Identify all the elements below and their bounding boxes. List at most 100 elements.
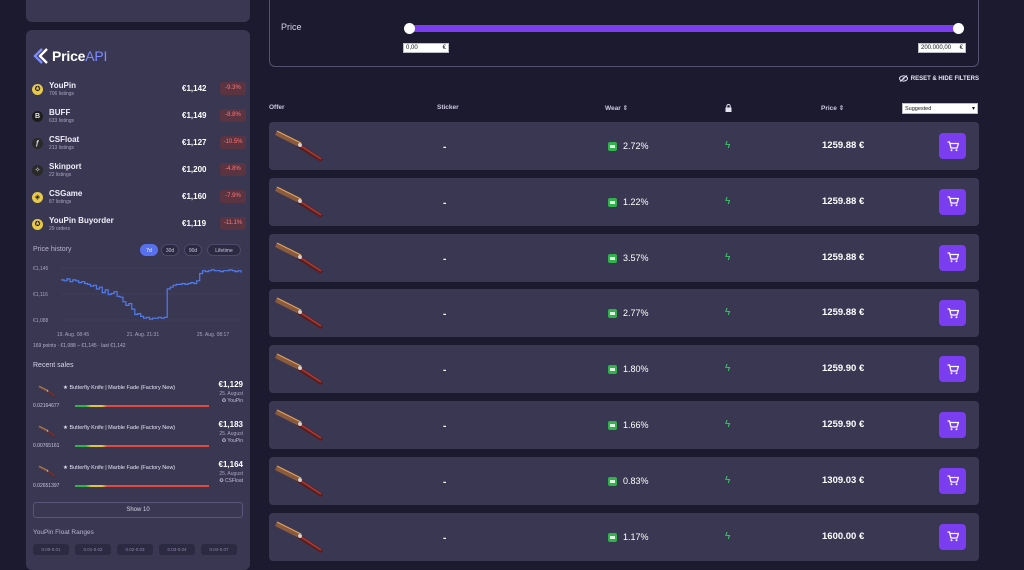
offer-price: 1600.00 € [822, 530, 865, 542]
buff-icon: B [32, 111, 43, 122]
wear-icon [608, 253, 617, 263]
knife-thumbnail [38, 425, 57, 438]
market-name: YouPin [49, 81, 76, 90]
youpin-buyorder-icon: ✪ [32, 219, 43, 230]
add-to-cart-button[interactable] [939, 523, 966, 550]
range-button-lifetime[interactable]: Lifetime [207, 244, 241, 256]
logo-suffix: API [85, 48, 108, 64]
market-price: €1,149 [182, 111, 207, 120]
recent-sale-row[interactable]: ★ Butterfly Knife | Marble Fade (Factory… [33, 418, 243, 454]
offer-price: 1259.88 € [822, 140, 865, 151]
range-button-7d[interactable]: 7d [140, 244, 158, 256]
sale-market: ✪ CSFloat [219, 478, 243, 484]
cart-icon [947, 475, 959, 486]
add-to-cart-button[interactable] [939, 300, 966, 327]
skinport-icon: ✧ [32, 165, 43, 176]
market-listings: 633 listings [49, 118, 75, 124]
float-range-button[interactable]: 0.00-0.01 [33, 544, 69, 555]
offer-sticker: - [443, 197, 447, 209]
sort-select[interactable]: Suggested ▾ [902, 103, 978, 114]
offer-row[interactable]: - 1.80% ϟ 1259.90 € [269, 345, 979, 394]
add-to-cart-button[interactable] [939, 467, 966, 494]
column-header-wear[interactable]: Wear ⇕ [605, 104, 628, 112]
sale-date: 25. August [219, 391, 243, 397]
market-row[interactable]: ƒ CSFloat 213 listings €1,127 -10.5% [32, 135, 246, 159]
offer-price: 1259.90 € [822, 419, 865, 430]
price-slider-min-handle[interactable] [404, 23, 415, 34]
price-max-input[interactable]: 200.000,00 € [918, 43, 966, 53]
wear-icon [608, 532, 617, 542]
float-ranges-title: YouPin Float Ranges [33, 529, 94, 536]
market-price: €1,160 [182, 192, 207, 201]
price-history-chart: €1,145 €1,116 €1,088 19. Aug. 08:45 21. Aug.… [33, 266, 242, 338]
market-row[interactable]: ✪ YouPin Buyorder 29 orders €1,119 -11.1% [32, 216, 246, 240]
sale-market-name: YouPin [227, 438, 243, 444]
column-header-price[interactable]: Price ⇕ [821, 104, 844, 112]
market-change-badge: -7.9% [220, 190, 246, 203]
instant-trade-icon: ϟ [725, 195, 731, 207]
add-to-cart-button[interactable] [939, 188, 966, 215]
wear-icon [608, 365, 617, 375]
offer-row[interactable]: - 1.22% ϟ 1259.88 € [269, 177, 979, 226]
knife-image [275, 130, 323, 162]
market-row[interactable]: ✪ YouPin 706 listings €1,142 -9.3% [32, 81, 246, 105]
sort-select-value: Suggested [905, 106, 932, 112]
knife-image [275, 409, 323, 441]
market-row[interactable]: ◈ CSGame 87 listings €1,160 -7.9% [32, 189, 246, 213]
price-api-panel: PriceAPI ✪ YouPin 706 listings €1,142 -9.3% B… [26, 30, 250, 570]
recent-sale-row[interactable]: ★ Butterfly Knife | Marble Fade (Factory… [33, 458, 243, 494]
cart-icon [947, 140, 959, 151]
market-name: CSFloat [49, 135, 80, 144]
offer-row[interactable]: - 1.66% ϟ 1259.90 € [269, 401, 979, 449]
price-range-slider[interactable] [409, 25, 959, 32]
offer-row[interactable]: - 2.72% ϟ 1259.88 € [269, 122, 979, 170]
market-listings: 29 orders [49, 226, 71, 232]
add-to-cart-button[interactable] [939, 133, 966, 159]
offer-sticker: - [443, 476, 447, 488]
show-more-sales-button[interactable]: Show 10 [33, 502, 243, 518]
price-slider-max-handle[interactable] [953, 23, 964, 34]
price-history-summary: 169 points · €1,088 – €1,145 · last €1,1… [33, 343, 126, 349]
instant-trade-icon: ϟ [725, 363, 731, 375]
column-header-sticker: Sticker [437, 104, 459, 111]
market-price: €1,119 [182, 219, 207, 228]
wear-icon [608, 476, 617, 486]
market-row[interactable]: ✧ Skinport 22 listings €1,200 -4.8% [32, 162, 246, 186]
market-row[interactable]: B BUFF 633 listings €1,149 -8.8% [32, 108, 246, 132]
chart-y-tick: €1,116 [33, 292, 48, 298]
range-button-90d[interactable]: 90d [184, 244, 202, 256]
previous-panel-bottom [26, 0, 250, 22]
offer-wear: 2.72% [623, 141, 649, 151]
price-min-currency: € [442, 45, 446, 51]
recent-sale-row[interactable]: ★ Butterfly Knife | Marble Fade (Factory… [33, 378, 243, 414]
offer-row[interactable]: - 3.57% ϟ 1259.88 € [269, 233, 979, 282]
chart-y-tick: €1,088 [33, 318, 49, 324]
range-button-30d[interactable]: 30d [161, 244, 179, 256]
add-to-cart-button[interactable] [939, 412, 966, 438]
add-to-cart-button[interactable] [939, 356, 966, 383]
price-min-input[interactable]: 0,00 € [403, 43, 449, 53]
price-max-currency: € [959, 45, 963, 51]
sale-float: 0.02164677 [33, 403, 60, 409]
offer-row[interactable]: - 2.77% ϟ 1259.88 € [269, 289, 979, 338]
offer-price: 1309.03 € [822, 474, 865, 486]
offer-wear: 1.22% [623, 196, 649, 207]
float-range-button[interactable]: 0.04-0.07 [201, 544, 237, 555]
float-range-button[interactable]: 0.02-0.03 [117, 544, 153, 555]
float-range-button[interactable]: 0.01-0.02 [75, 544, 111, 555]
offer-wear: 3.57% [623, 252, 649, 263]
sale-date: 25. August [219, 431, 243, 437]
offer-sticker: - [443, 365, 447, 377]
instant-trade-icon: ϟ [725, 419, 731, 430]
add-to-cart-button[interactable] [939, 244, 966, 271]
recent-sales-title: Recent sales [33, 362, 74, 369]
market-listings: 213 listings [49, 145, 75, 151]
knife-image [275, 353, 323, 386]
sale-price: €1,183 [218, 420, 243, 429]
offer-row[interactable]: - 1.17% ϟ 1600.00 € [269, 512, 979, 561]
offer-sticker: - [443, 253, 447, 265]
reset-filters-button[interactable]: RESET & HIDE FILTERS [898, 75, 979, 82]
offer-row[interactable]: - 0.83% ϟ 1309.03 € [269, 456, 979, 505]
float-range-button[interactable]: 0.03-0.04 [159, 544, 195, 555]
wear-icon [608, 142, 617, 151]
